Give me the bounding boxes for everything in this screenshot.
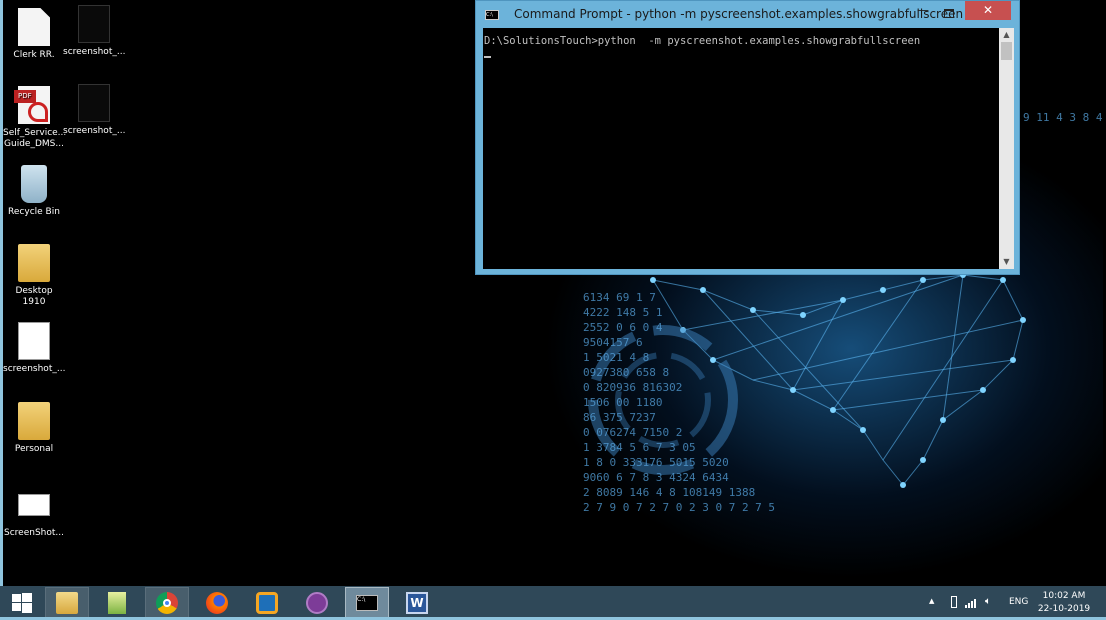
desktop-icon-desktop-1910[interactable]: Desktop 1910 (3, 244, 65, 308)
taskbar-virtualbox[interactable] (245, 587, 289, 618)
command-prompt-window[interactable]: C:\ Command Prompt - python -m pyscreens… (475, 0, 1020, 275)
taskbar-firefox[interactable] (195, 587, 239, 618)
icon-label: Desktop 1910 (15, 286, 53, 307)
taskbar-chrome[interactable] (145, 587, 189, 618)
desktop-icon-screenshot-3[interactable]: screenshot_... (3, 322, 65, 375)
taskbar-notepad-plus[interactable] (95, 587, 139, 618)
cmd-icon[interactable]: C:\ (485, 10, 499, 20)
taskbar-tor-browser[interactable] (295, 587, 339, 618)
desktop-icon-recycle-bin[interactable]: Recycle Bin (3, 165, 65, 218)
digits-line: 0 076274 7150 2 (583, 426, 683, 439)
taskbar: C:\ W ▲ 🔈︎ ENG 10:02 AM 22-10-2019 (0, 586, 1106, 620)
digits-line: 0927380 658 8 (583, 366, 670, 379)
desktop-icon-personal[interactable]: Personal (3, 402, 65, 455)
image-thumbnail-icon (78, 84, 110, 122)
digits-line: 1 8 0 333176 5015 5020 (583, 456, 729, 469)
clock-time: 10:02 AM (1042, 591, 1086, 601)
image-thumbnail-icon (78, 5, 110, 43)
show-hidden-icons-button[interactable]: ▲ (929, 597, 934, 605)
digits-line: 0 820936 816302 (583, 381, 683, 394)
digits-line: 1 3784 5 6 7 3 05 (583, 441, 696, 454)
digits-line: 4222 148 5 1 (583, 306, 663, 319)
desktop-icon-screenshot-app[interactable]: ScreenShot... (3, 486, 65, 539)
desktop-icon-screenshot-2[interactable]: screenshot_... (63, 84, 125, 137)
icon-label: screenshot_... (63, 47, 126, 57)
digits-line: 1506 00 1180 (583, 396, 663, 409)
screen-edge (0, 0, 3, 620)
wallpaper-digits: 6134 69 1 7 4222 148 5 1 2552 0 6 0 4 95041… (583, 290, 775, 515)
start-button[interactable] (4, 587, 40, 618)
taskbar-command-prompt[interactable]: C:\ (345, 587, 389, 618)
minimize-button[interactable]: — (910, 3, 936, 21)
image-icon (18, 322, 50, 360)
notepad-plus-icon (108, 591, 126, 614)
language-indicator[interactable]: ENG (1009, 597, 1028, 607)
digits-line: 2 7 9 0 7 2 7 0 2 3 0 7 2 7 5 (583, 501, 776, 514)
digits-line: 6134 69 1 7 (583, 291, 656, 304)
battery-icon[interactable] (951, 596, 957, 608)
icon-label: Recycle Bin (8, 207, 60, 217)
recycle-bin-icon (21, 165, 47, 203)
digits-line: 2 8089 146 4 8 108149 1388 (583, 486, 756, 499)
firefox-icon (206, 591, 228, 614)
taskbar-word[interactable]: W (395, 587, 439, 618)
scroll-thumb[interactable] (1001, 42, 1012, 60)
icon-label: Self_Service... Guide_DMS... (3, 128, 67, 149)
icon-label: ScreenShot... (4, 528, 64, 538)
network-signal-icon[interactable] (964, 597, 978, 609)
pdf-icon (14, 86, 50, 124)
digits-line: 9 11 4 3 8 4 (1023, 111, 1103, 124)
text-cursor (484, 56, 491, 58)
taskbar-file-explorer[interactable] (45, 587, 89, 618)
windows-logo-icon (12, 592, 32, 613)
command-prompt-icon: C:\ (356, 594, 378, 611)
desktop-icon-clerk[interactable]: Clerk RR. (3, 8, 65, 61)
console-line: D:\SolutionsTouch>python -m pyscreenshot… (484, 35, 921, 47)
window-title: Command Prompt - python -m pyscreenshot.… (514, 7, 964, 21)
clock[interactable]: 10:02 AM 22-10-2019 (1036, 590, 1092, 616)
clock-date: 22-10-2019 (1037, 604, 1091, 614)
icon-label: screenshot_... (3, 364, 66, 374)
icon-label: Clerk RR. (13, 50, 55, 60)
maximize-button[interactable] (936, 3, 962, 21)
document-icon (18, 8, 50, 46)
digits-line: 9504157 6 (583, 336, 643, 349)
file-explorer-icon (56, 591, 78, 614)
wallpaper-digits: 9 11 4 3 8 4 (1023, 110, 1102, 125)
scroll-up-icon[interactable]: ▲ (999, 28, 1014, 42)
maximize-icon (944, 9, 954, 18)
virtualbox-icon (256, 591, 278, 614)
folder-icon (18, 402, 50, 440)
close-button[interactable]: ✕ (965, 1, 1011, 20)
vertical-scrollbar[interactable]: ▲ ▼ (999, 28, 1014, 269)
word-icon: W (406, 591, 428, 614)
app-icon (18, 494, 50, 516)
folder-icon (18, 244, 50, 282)
desktop-icon-self-service-pdf[interactable]: Self_Service... Guide_DMS... (3, 86, 67, 150)
digits-line: 1 5021 4 8 (583, 351, 650, 364)
icon-label: Personal (14, 444, 54, 454)
desktop-icon-screenshot-1[interactable]: screenshot_... (63, 5, 125, 58)
volume-icon[interactable]: 🔈︎ (985, 596, 991, 607)
chrome-icon (156, 591, 178, 614)
icon-label: screenshot_... (63, 126, 126, 136)
console-output[interactable]: D:\SolutionsTouch>python -m pyscreenshot… (483, 28, 999, 269)
scroll-down-icon[interactable]: ▼ (999, 255, 1014, 269)
digits-line: 2552 0 6 0 4 (583, 321, 663, 334)
digits-line: 9060 6 7 8 3 4324 6434 (583, 471, 729, 484)
tor-browser-icon (306, 591, 328, 614)
digits-line: 86 375 7237 (583, 411, 656, 424)
